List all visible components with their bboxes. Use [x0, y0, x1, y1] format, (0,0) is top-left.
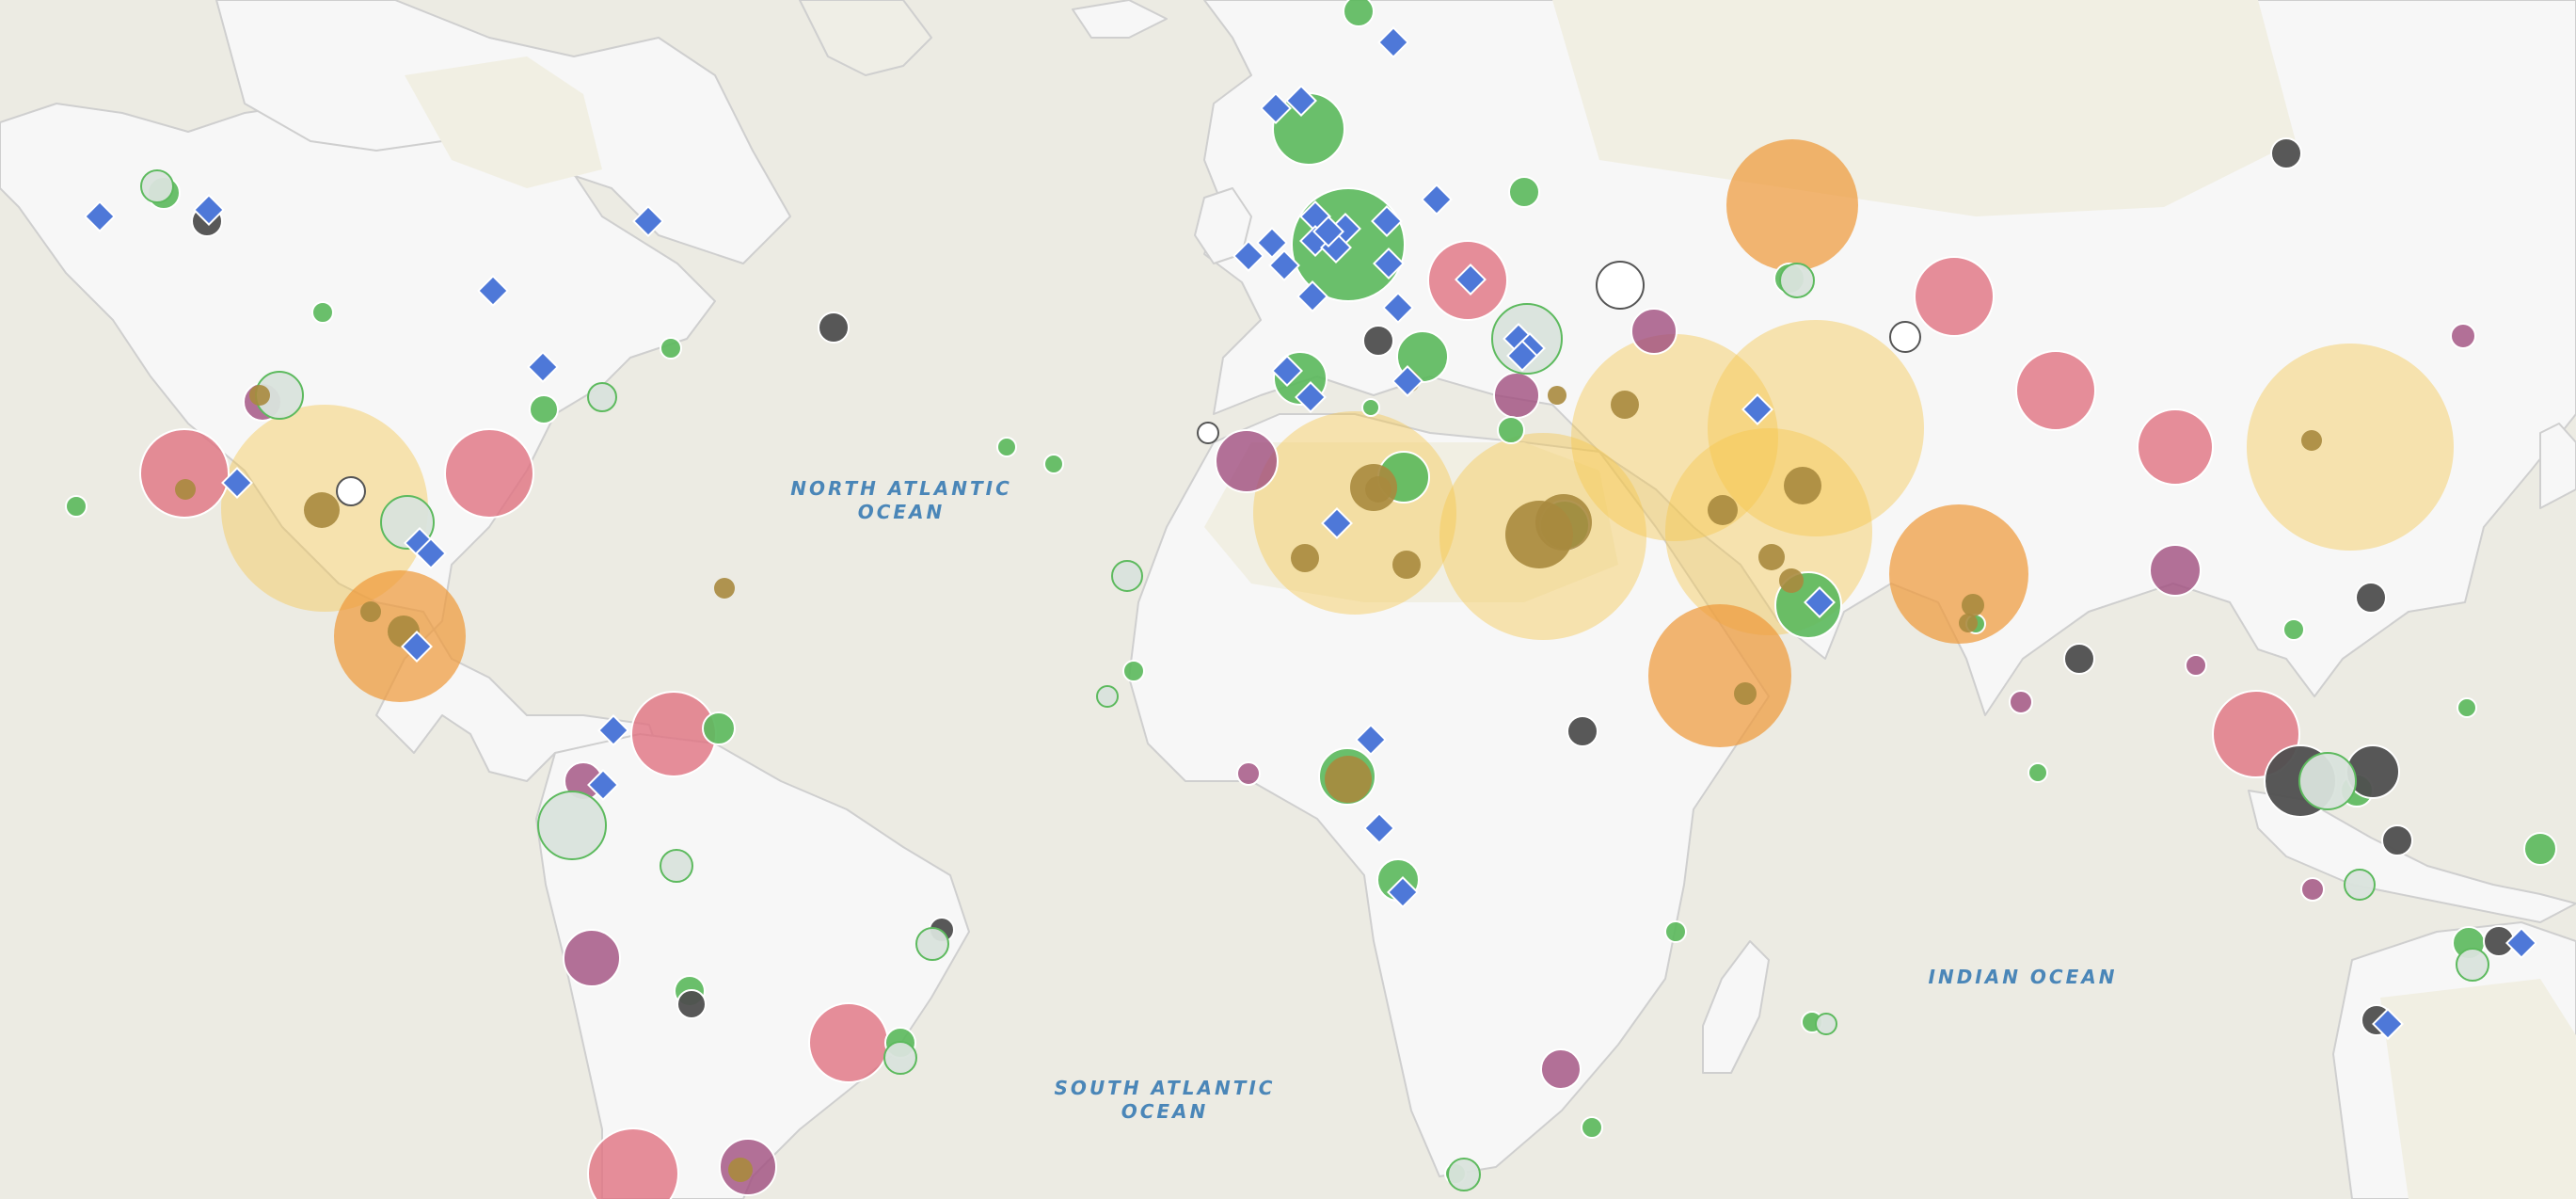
green-circle-marker[interactable] — [1664, 920, 1687, 943]
grey-circle-marker[interactable] — [2270, 137, 2302, 169]
olive-dot-marker[interactable] — [1734, 682, 1757, 705]
purple-circle-marker[interactable] — [563, 929, 621, 987]
grey-circle-marker[interactable] — [676, 989, 707, 1019]
white-circle-marker[interactable] — [1596, 261, 1645, 310]
yellow-halo-marker[interactable] — [1253, 411, 1456, 615]
olive-dot-marker[interactable] — [1350, 464, 1397, 511]
pale-circle-marker[interactable] — [537, 791, 607, 860]
pale-circle-marker[interactable] — [883, 1041, 917, 1075]
pale-circle-marker[interactable] — [140, 169, 174, 203]
white-circle-marker[interactable] — [336, 476, 366, 506]
green-circle-marker[interactable] — [1122, 660, 1145, 682]
pale-circle-marker[interactable] — [2456, 948, 2489, 982]
olive-dot-marker[interactable] — [1959, 614, 1978, 632]
olive-dot-marker[interactable] — [2301, 430, 2322, 451]
purple-circle-marker[interactable] — [1215, 429, 1279, 493]
pink-circle-marker[interactable] — [1914, 256, 1995, 337]
olive-dot-marker[interactable] — [1291, 544, 1319, 572]
orange-halo-marker[interactable] — [1648, 604, 1791, 747]
ocean-label-indian: INDIAN OCEAN — [1928, 966, 2118, 988]
green-circle-marker[interactable] — [1043, 454, 1064, 474]
purple-circle-marker[interactable] — [1630, 308, 1678, 355]
pink-circle-marker[interactable] — [808, 1002, 889, 1083]
green-circle-marker[interactable] — [660, 337, 682, 360]
green-circle-marker[interactable] — [2282, 618, 2305, 641]
orange-halo-marker[interactable] — [1726, 139, 1858, 271]
white-circle-marker[interactable] — [1197, 422, 1219, 444]
olive-dot-marker[interactable] — [1708, 495, 1738, 525]
pink-circle-marker[interactable] — [2015, 350, 2096, 431]
dry-region-australia — [2380, 979, 2576, 1199]
grey-circle-marker[interactable] — [2063, 643, 2095, 675]
pale-circle-marker[interactable] — [1111, 560, 1143, 592]
green-circle-marker[interactable] — [1361, 398, 1380, 417]
pale-circle-marker[interactable] — [660, 849, 693, 883]
green-circle-marker[interactable] — [311, 301, 334, 324]
olive-dot-marker[interactable] — [1548, 386, 1566, 405]
pale-circle-marker[interactable] — [1447, 1158, 1481, 1191]
olive-dot-marker[interactable] — [1535, 494, 1592, 551]
purple-circle-marker[interactable] — [2009, 690, 2033, 714]
yellow-halo-marker[interactable] — [1708, 320, 1924, 536]
orange-halo-marker[interactable] — [1889, 504, 2028, 644]
grey-circle-marker[interactable] — [2381, 824, 2413, 856]
world-map[interactable]: NORTH ATLANTIC OCEAN SOUTH ATLANTIC OCEA… — [0, 0, 2576, 1199]
pale-circle-marker[interactable] — [2344, 869, 2376, 901]
green-circle-marker[interactable] — [65, 495, 87, 518]
olive-dot-marker[interactable] — [175, 479, 196, 500]
ocean-label-north-atlantic: NORTH ATLANTIC OCEAN — [790, 477, 1012, 523]
white-circle-marker[interactable] — [1889, 321, 1921, 353]
green-circle-marker[interactable] — [1497, 416, 1525, 444]
olive-dot-marker[interactable] — [1392, 551, 1421, 579]
map-canvas[interactable] — [0, 0, 2576, 1199]
pale-circle-marker[interactable] — [915, 927, 949, 961]
olive-dot-marker[interactable] — [1758, 544, 1785, 570]
pink-circle-marker[interactable] — [139, 428, 230, 519]
green-circle-marker[interactable] — [2457, 697, 2477, 718]
olive-dot-marker[interactable] — [1325, 756, 1372, 803]
yellow-halo-marker[interactable] — [2247, 344, 2454, 551]
grey-circle-marker[interactable] — [818, 312, 850, 344]
olive-dot-marker[interactable] — [1784, 467, 1821, 504]
pink-circle-marker[interactable] — [2137, 408, 2214, 486]
purple-circle-marker[interactable] — [2149, 544, 2202, 597]
olive-dot-marker[interactable] — [1962, 594, 1984, 616]
green-circle-marker[interactable] — [702, 711, 736, 745]
purple-circle-marker[interactable] — [1540, 1048, 1582, 1090]
olive-dot-marker[interactable] — [249, 385, 270, 406]
purple-circle-marker[interactable] — [2185, 654, 2207, 677]
purple-circle-marker[interactable] — [2450, 323, 2476, 349]
olive-dot-marker[interactable] — [360, 601, 381, 622]
olive-dot-marker[interactable] — [714, 578, 735, 599]
grey-circle-marker[interactable] — [1362, 325, 1394, 357]
pale-circle-marker[interactable] — [1779, 263, 1815, 298]
grey-circle-marker[interactable] — [2355, 582, 2387, 614]
pale-circle-marker[interactable] — [1815, 1013, 1837, 1035]
green-circle-marker[interactable] — [1581, 1116, 1603, 1139]
purple-circle-marker[interactable] — [1493, 372, 1540, 419]
pale-circle-marker[interactable] — [2298, 752, 2357, 810]
ocean-label-south-atlantic: SOUTH ATLANTIC OCEAN — [1054, 1077, 1276, 1123]
green-circle-marker[interactable] — [996, 437, 1017, 457]
pale-circle-marker[interactable] — [1096, 685, 1119, 708]
olive-dot-marker[interactable] — [304, 492, 340, 528]
olive-dot-marker[interactable] — [728, 1158, 753, 1182]
green-circle-marker[interactable] — [2027, 762, 2048, 783]
purple-circle-marker[interactable] — [2300, 877, 2325, 902]
grey-circle-marker[interactable] — [1566, 715, 1598, 747]
olive-dot-marker[interactable] — [1611, 391, 1639, 419]
green-circle-marker[interactable] — [529, 394, 559, 424]
green-circle-marker[interactable] — [2523, 832, 2557, 866]
purple-circle-marker[interactable] — [1236, 761, 1261, 786]
pale-circle-marker[interactable] — [587, 382, 617, 412]
green-circle-marker[interactable] — [1343, 0, 1375, 27]
olive-dot-marker[interactable] — [1779, 568, 1804, 593]
pink-circle-marker[interactable] — [444, 428, 534, 519]
green-circle-marker[interactable] — [1508, 176, 1540, 208]
